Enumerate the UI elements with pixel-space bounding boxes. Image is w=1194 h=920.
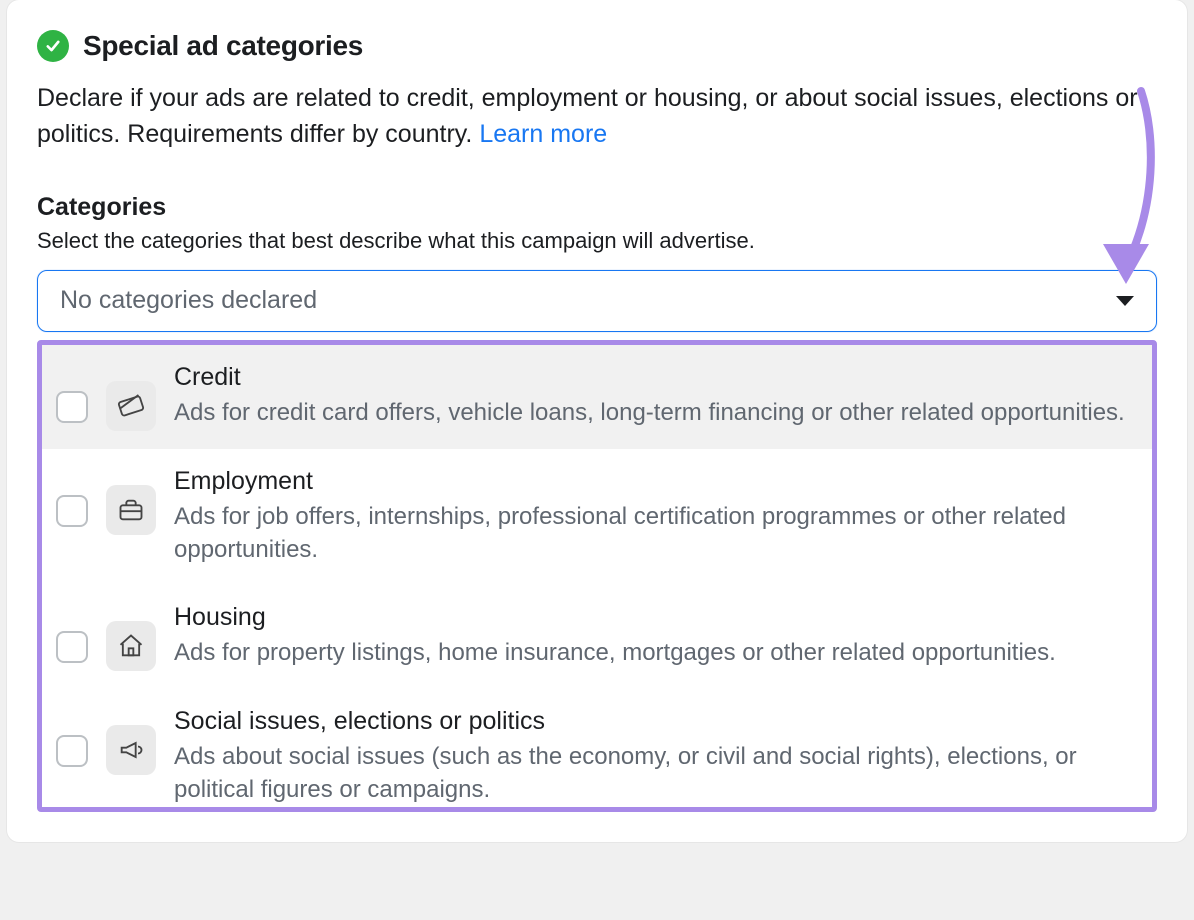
checkbox-credit[interactable]	[56, 391, 88, 423]
section-title: Special ad categories	[83, 30, 363, 62]
home-icon	[106, 621, 156, 671]
option-title: Social issues, elections or politics	[174, 707, 1138, 736]
dropdown-placeholder: No categories declared	[60, 286, 317, 315]
checkbox-housing[interactable]	[56, 631, 88, 663]
checkbox-social-issues[interactable]	[56, 735, 88, 767]
categories-dropdown[interactable]: No categories declared	[37, 270, 1157, 332]
briefcase-icon	[106, 485, 156, 535]
option-text: Housing Ads for property listings, home …	[174, 603, 1138, 670]
special-ad-categories-card: Special ad categories Declare if your ad…	[7, 0, 1187, 842]
categories-help: Select the categories that best describe…	[37, 228, 1157, 254]
option-title: Employment	[174, 467, 1138, 496]
option-title: Housing	[174, 603, 1138, 632]
categories-label: Categories	[37, 193, 1157, 222]
option-employment[interactable]: Employment Ads for job offers, internshi…	[42, 449, 1152, 585]
chevron-down-icon	[1116, 296, 1134, 306]
option-text: Employment Ads for job offers, internshi…	[174, 467, 1138, 567]
option-desc: Ads about social issues (such as the eco…	[174, 740, 1138, 807]
option-text: Social issues, elections or politics Ads…	[174, 707, 1138, 807]
checkbox-employment[interactable]	[56, 495, 88, 527]
option-text: Credit Ads for credit card offers, vehic…	[174, 363, 1138, 430]
megaphone-icon	[106, 725, 156, 775]
categories-dropdown-panel: Credit Ads for credit card offers, vehic…	[37, 340, 1157, 812]
option-housing[interactable]: Housing Ads for property listings, home …	[42, 585, 1152, 689]
option-desc: Ads for credit card offers, vehicle loan…	[174, 396, 1138, 430]
option-desc: Ads for property listings, home insuranc…	[174, 636, 1138, 670]
check-circle-icon	[37, 30, 69, 62]
section-header: Special ad categories	[37, 30, 1157, 62]
option-title: Credit	[174, 363, 1138, 392]
learn-more-link[interactable]: Learn more	[479, 120, 607, 148]
option-desc: Ads for job offers, internships, profess…	[174, 500, 1138, 567]
credit-card-icon	[106, 381, 156, 431]
option-social-issues[interactable]: Social issues, elections or politics Ads…	[42, 689, 1152, 807]
section-description: Declare if your ads are related to credi…	[37, 80, 1157, 153]
option-credit[interactable]: Credit Ads for credit card offers, vehic…	[42, 345, 1152, 449]
